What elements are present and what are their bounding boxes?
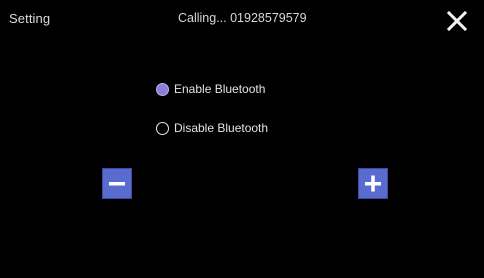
- minus-icon: [109, 182, 125, 186]
- disable-bluetooth-option[interactable]: Disable Bluetooth: [156, 119, 268, 137]
- radio-selected-icon[interactable]: [156, 82, 169, 96]
- top-bar: Setting Calling... 01928579579: [0, 0, 484, 40]
- call-status-text: Calling... 01928579579: [178, 11, 307, 25]
- page-title: Setting: [9, 11, 51, 26]
- close-icon: [446, 10, 468, 32]
- close-button[interactable]: [444, 8, 470, 34]
- volume-increase-button[interactable]: [358, 168, 388, 199]
- disable-bluetooth-label: Disable Bluetooth: [174, 121, 269, 135]
- radio-unselected-icon[interactable]: [156, 121, 169, 135]
- enable-bluetooth-option[interactable]: Enable Bluetooth: [156, 80, 265, 98]
- enable-bluetooth-label: Enable Bluetooth: [174, 82, 266, 96]
- volume-decrease-button[interactable]: [102, 168, 132, 199]
- plus-icon: [365, 175, 381, 192]
